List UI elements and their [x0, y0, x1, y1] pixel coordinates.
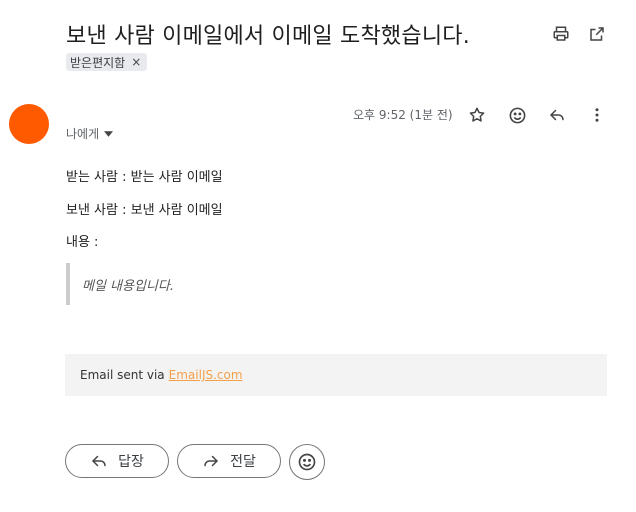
quoted-message: 메일 내용입니다.	[82, 279, 174, 294]
inbox-label-chip: 받은편지함 ×	[66, 53, 148, 71]
recipient-label: 나에게	[66, 127, 100, 141]
more-vert-icon	[595, 108, 599, 122]
star-icon	[469, 107, 485, 122]
forward-label: 전달	[230, 454, 256, 470]
label-text: 받은편지함	[70, 55, 126, 70]
react-emoji-button[interactable]	[289, 444, 325, 480]
email-subject: 보낸 사람 이메일에서 이메일 도착했습니다.	[66, 24, 470, 49]
quote-bar	[66, 263, 70, 305]
emailjs-link[interactable]: EmailJS.com	[169, 368, 243, 382]
reply-pill-button[interactable]: 답장	[65, 444, 169, 478]
recipient-details-toggle[interactable]: 나에게	[66, 125, 114, 142]
reply-icon	[92, 455, 106, 467]
print-button[interactable]	[550, 23, 572, 45]
star-button[interactable]	[465, 103, 489, 127]
avatar[interactable]	[9, 104, 49, 144]
body-content-label: 내용 :	[66, 235, 99, 250]
printer-icon	[553, 26, 569, 41]
reply-label: 답장	[118, 454, 144, 470]
footer-text: Email sent via	[80, 368, 165, 382]
forward-pill-button[interactable]: 전달	[177, 444, 281, 478]
reply-icon	[550, 109, 564, 121]
open-in-new-icon	[590, 27, 604, 41]
message-timestamp: 오후 9:52 (1분 전)	[353, 108, 453, 122]
body-from-line: 보낸 사람 : 보낸 사람 이메일	[66, 203, 223, 218]
open-in-new-window-button[interactable]	[586, 23, 608, 45]
more-options-button[interactable]	[585, 103, 609, 127]
sender-name[interactable]	[66, 97, 76, 115]
caret-down-icon	[104, 130, 114, 137]
forward-icon	[204, 455, 218, 467]
body-to-line: 받는 사람 : 받는 사람 이메일	[66, 170, 223, 185]
emoji-icon	[509, 107, 525, 123]
reply-button[interactable]	[545, 103, 569, 127]
emailjs-footer: Email sent via EmailJS.com	[65, 354, 607, 396]
remove-label-button[interactable]: ×	[131, 55, 141, 69]
add-reaction-button[interactable]	[505, 103, 529, 127]
emoji-icon	[298, 453, 316, 471]
